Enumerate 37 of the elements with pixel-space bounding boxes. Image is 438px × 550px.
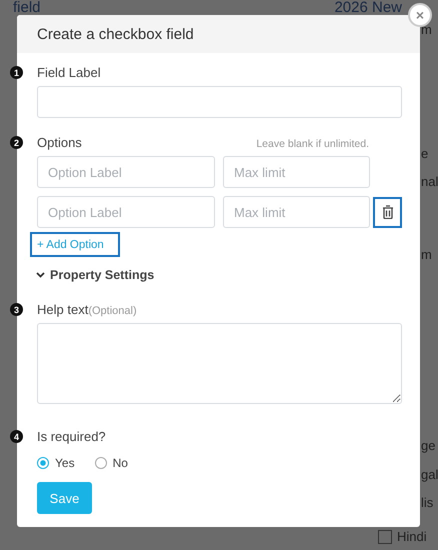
step-number: 3: [10, 303, 23, 316]
save-button[interactable]: Save: [37, 482, 92, 514]
add-option-link[interactable]: + Add Option: [30, 232, 120, 257]
page-heading: field: [13, 0, 41, 15]
list-text: ge: [421, 438, 436, 454]
radio-label: Yes: [55, 456, 75, 470]
checkbox[interactable]: [378, 530, 392, 544]
radio-button[interactable]: [37, 457, 49, 469]
input-field[interactable]: Option Label: [37, 156, 215, 188]
delete-button[interactable]: [373, 196, 402, 228]
chevron-icon: [36, 272, 45, 278]
input-field[interactable]: [37, 86, 402, 118]
section-toggle[interactable]: Property Settings: [36, 268, 154, 282]
list-text: gal: [421, 467, 438, 483]
text-area[interactable]: [37, 323, 402, 404]
field-label: Options: [37, 135, 82, 150]
checkbox-label: Hindi: [397, 529, 427, 544]
close-button[interactable]: ×: [408, 3, 432, 27]
list-text: lis: [421, 495, 434, 511]
field-label: Is required?: [37, 429, 106, 444]
input-field[interactable]: Max limit: [223, 196, 370, 228]
trash-icon: [382, 205, 394, 219]
hint-text: Leave blank if unlimited.: [256, 138, 369, 150]
list-text: e: [421, 146, 430, 162]
step-number: 2: [10, 136, 23, 149]
step-number: 4: [10, 430, 23, 443]
field-label: Help text(Optional): [37, 302, 137, 317]
page-heading: 2026 New: [334, 0, 402, 15]
radio-label: No: [112, 456, 128, 470]
list-text: m: [421, 247, 433, 263]
input-field[interactable]: Max limit: [223, 156, 370, 188]
list-text: nal: [421, 174, 438, 190]
input-field[interactable]: Option Label: [37, 196, 215, 228]
field-label: Field Label: [37, 65, 101, 80]
radio-button[interactable]: [94, 457, 107, 469]
dialog-title: Create a checkbox field: [37, 26, 194, 42]
step-number: 1: [10, 66, 23, 79]
